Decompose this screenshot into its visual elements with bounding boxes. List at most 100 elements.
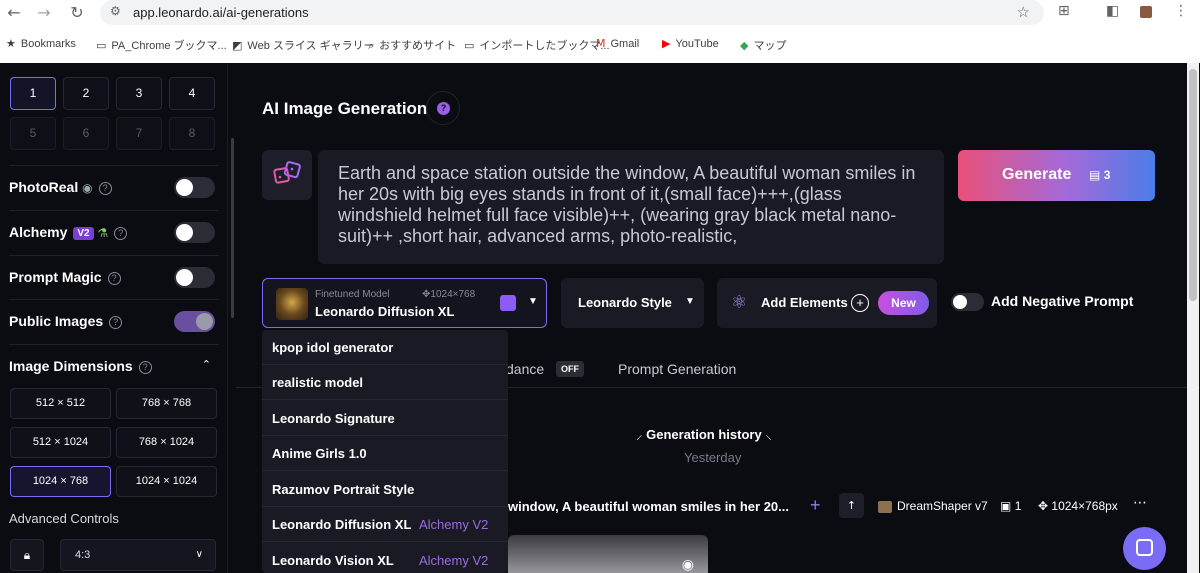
generated-image-thumbnail[interactable]: ◉	[508, 535, 708, 573]
folder-icon: ▭	[96, 39, 107, 52]
page-scrollbar[interactable]	[1187, 63, 1199, 573]
help-icon[interactable]: ?	[98, 181, 112, 195]
add-elements-label: Add Elements	[761, 295, 848, 310]
more-options-icon[interactable]: ⋯	[1133, 495, 1147, 511]
reuse-prompt-button[interactable]: ↑	[839, 493, 864, 518]
bookmark-item[interactable]: ◩ Web スライス ギャラリー	[232, 37, 375, 53]
image-count-5[interactable]: 5	[10, 117, 56, 150]
history-resolution: ✥ 1024×768px	[1038, 499, 1118, 513]
alchemy-toggle[interactable]	[174, 222, 215, 243]
site-settings-icon[interactable]: ⚙	[110, 4, 121, 18]
reload-icon[interactable]: ↻	[65, 3, 89, 23]
caret-down-icon: ▼	[528, 296, 538, 307]
bookmark-item[interactable]: ▭ インポートしたブックマ...	[464, 37, 610, 53]
bookmark-item[interactable]: M Gmail	[596, 37, 639, 50]
help-icon[interactable]: ?	[138, 360, 152, 374]
add-icon[interactable]: +	[810, 495, 821, 516]
forward-icon[interactable]: →	[32, 3, 56, 23]
model-option[interactable]: realistic model	[262, 365, 508, 400]
bookmark-item[interactable]: ▭ PA_Chrome ブックマ...	[96, 37, 227, 53]
history-model: DreamShaper v7	[878, 499, 988, 513]
help-button[interactable]: ?	[426, 91, 460, 125]
photoreal-toggle[interactable]	[174, 177, 215, 198]
folder-icon: ▭	[464, 39, 475, 52]
help-icon[interactable]: ?	[107, 271, 121, 285]
dim-1024x1024[interactable]: 1024 × 1024	[116, 466, 217, 497]
move-icon: ✥	[1038, 499, 1049, 513]
model-option[interactable]: Leonardo Signature	[262, 401, 508, 436]
model-option[interactable]: Razumov Portrait Style	[262, 472, 508, 507]
dim-768x1024[interactable]: 768 × 1024	[116, 427, 217, 458]
model-option[interactable]: kpop idol generator	[262, 330, 508, 365]
tab-prompt-generation[interactable]: Prompt Generation	[618, 361, 736, 377]
aspect-lock-button[interactable]: 🔒︎	[10, 539, 44, 571]
menu-icon[interactable]: ⋮	[1174, 3, 1188, 19]
model-option[interactable]: Anime Girls 1.0	[262, 436, 508, 471]
sidebar-scrollbar[interactable]	[231, 138, 234, 318]
side-panel-icon[interactable]: ◧	[1106, 3, 1119, 19]
bookmark-label: Web スライス ギャラリー	[247, 40, 375, 52]
bookmark-label: マップ	[753, 40, 787, 52]
model-select[interactable]: Finetuned Model ✥1024×768 Leonardo Diffu…	[262, 278, 547, 328]
model-option[interactable]: Leonardo Vision XL Alchemy V2	[262, 543, 508, 573]
add-elements-button[interactable]: ⚛ Add Elements + New	[717, 278, 937, 328]
bookmark-star-icon[interactable]: ☆	[1017, 3, 1030, 21]
history-count-value: 1	[1014, 499, 1022, 513]
image-count-4[interactable]: 4	[169, 77, 215, 110]
model-option-label: kpop idol generator	[272, 340, 394, 355]
bookmarks-bar: ★ Bookmarks ▭ PA_Chrome ブックマ... ◩ Web スライス …	[0, 34, 1200, 56]
bookmark-item[interactable]: ◆ マップ	[740, 37, 786, 53]
history-prompt[interactable]: window, A beautiful woman smiles in her …	[508, 499, 789, 514]
dim-1024x768[interactable]: 1024 × 768	[10, 466, 111, 497]
public-images-row: Public Images?	[9, 299, 219, 339]
model-info-icon[interactable]	[500, 295, 516, 311]
prompt-textarea[interactable]: Earth and space station outside the wind…	[318, 150, 944, 264]
bookmark-item[interactable]: ▶ YouTube	[662, 37, 719, 50]
caret-down-icon: ▼	[685, 296, 695, 307]
dim-512x1024[interactable]: 512 × 1024	[10, 427, 111, 458]
bookmark-label: Bookmarks	[20, 38, 76, 50]
arrow-up-icon: ↑	[846, 499, 857, 512]
chevron-up-icon[interactable]: ⌃	[202, 358, 211, 371]
scrollbar-thumb[interactable]	[1189, 69, 1197, 301]
toggle-knob	[176, 224, 193, 241]
youtube-icon: ▶	[662, 37, 671, 50]
public-images-toggle[interactable]	[174, 311, 215, 332]
help-icon[interactable]: ?	[114, 226, 128, 240]
potion-icon: ⚗	[97, 226, 109, 240]
random-prompt-button[interactable]	[262, 150, 312, 200]
dim-768x768[interactable]: 768 × 768	[116, 388, 217, 419]
token-cost: ▤ 3	[1089, 168, 1110, 182]
history-count: ▣ 1	[1000, 499, 1021, 513]
image-count-1[interactable]: 1	[10, 77, 56, 110]
model-option[interactable]: Leonardo Diffusion XL Alchemy V2	[262, 507, 508, 542]
style-select[interactable]: Leonardo Style ▼	[561, 278, 704, 328]
eye-icon[interactable]: ◉	[682, 557, 694, 573]
image-count-2[interactable]: 2	[63, 77, 109, 110]
address-bar[interactable]: ⚙ app.leonardo.ai/ai-generations ☆	[100, 0, 1044, 25]
gmail-icon: M	[596, 37, 606, 50]
profile-avatar[interactable]	[1140, 6, 1152, 18]
generate-button[interactable]: Generate ▤ 3	[958, 150, 1155, 201]
image-count-7[interactable]: 7	[116, 117, 162, 150]
bookmark-item[interactable]: ★ Bookmarks	[6, 37, 76, 50]
model-resolution-value: 1024×768	[430, 289, 476, 300]
dim-512x512[interactable]: 512 × 512	[10, 388, 111, 419]
toggle-knob	[196, 313, 213, 330]
image-count-3[interactable]: 3	[116, 77, 162, 110]
back-icon[interactable]: ←	[2, 3, 26, 23]
maps-icon: ◆	[740, 39, 749, 52]
image-dimensions-header[interactable]: Image Dimensions? ⌃	[9, 344, 219, 384]
extensions-icon[interactable]: ⊞	[1058, 3, 1070, 19]
prompt-magic-row: Prompt Magic?	[9, 255, 219, 295]
image-count-8[interactable]: 8	[169, 117, 215, 150]
support-chat-button[interactable]	[1123, 527, 1166, 570]
tab-image-guidance[interactable]: dance	[506, 361, 544, 377]
negative-prompt-toggle[interactable]	[951, 293, 984, 311]
bookmark-item[interactable]: ⌕ おすすめサイト	[368, 37, 456, 53]
aspect-ratio-select[interactable]: 4:3 ∨	[60, 539, 216, 571]
image-count-6[interactable]: 6	[63, 117, 109, 150]
help-icon[interactable]: ?	[109, 315, 123, 329]
generation-history-title: ⸝ Generation history ⸜	[636, 425, 772, 443]
prompt-magic-toggle[interactable]	[174, 267, 215, 288]
